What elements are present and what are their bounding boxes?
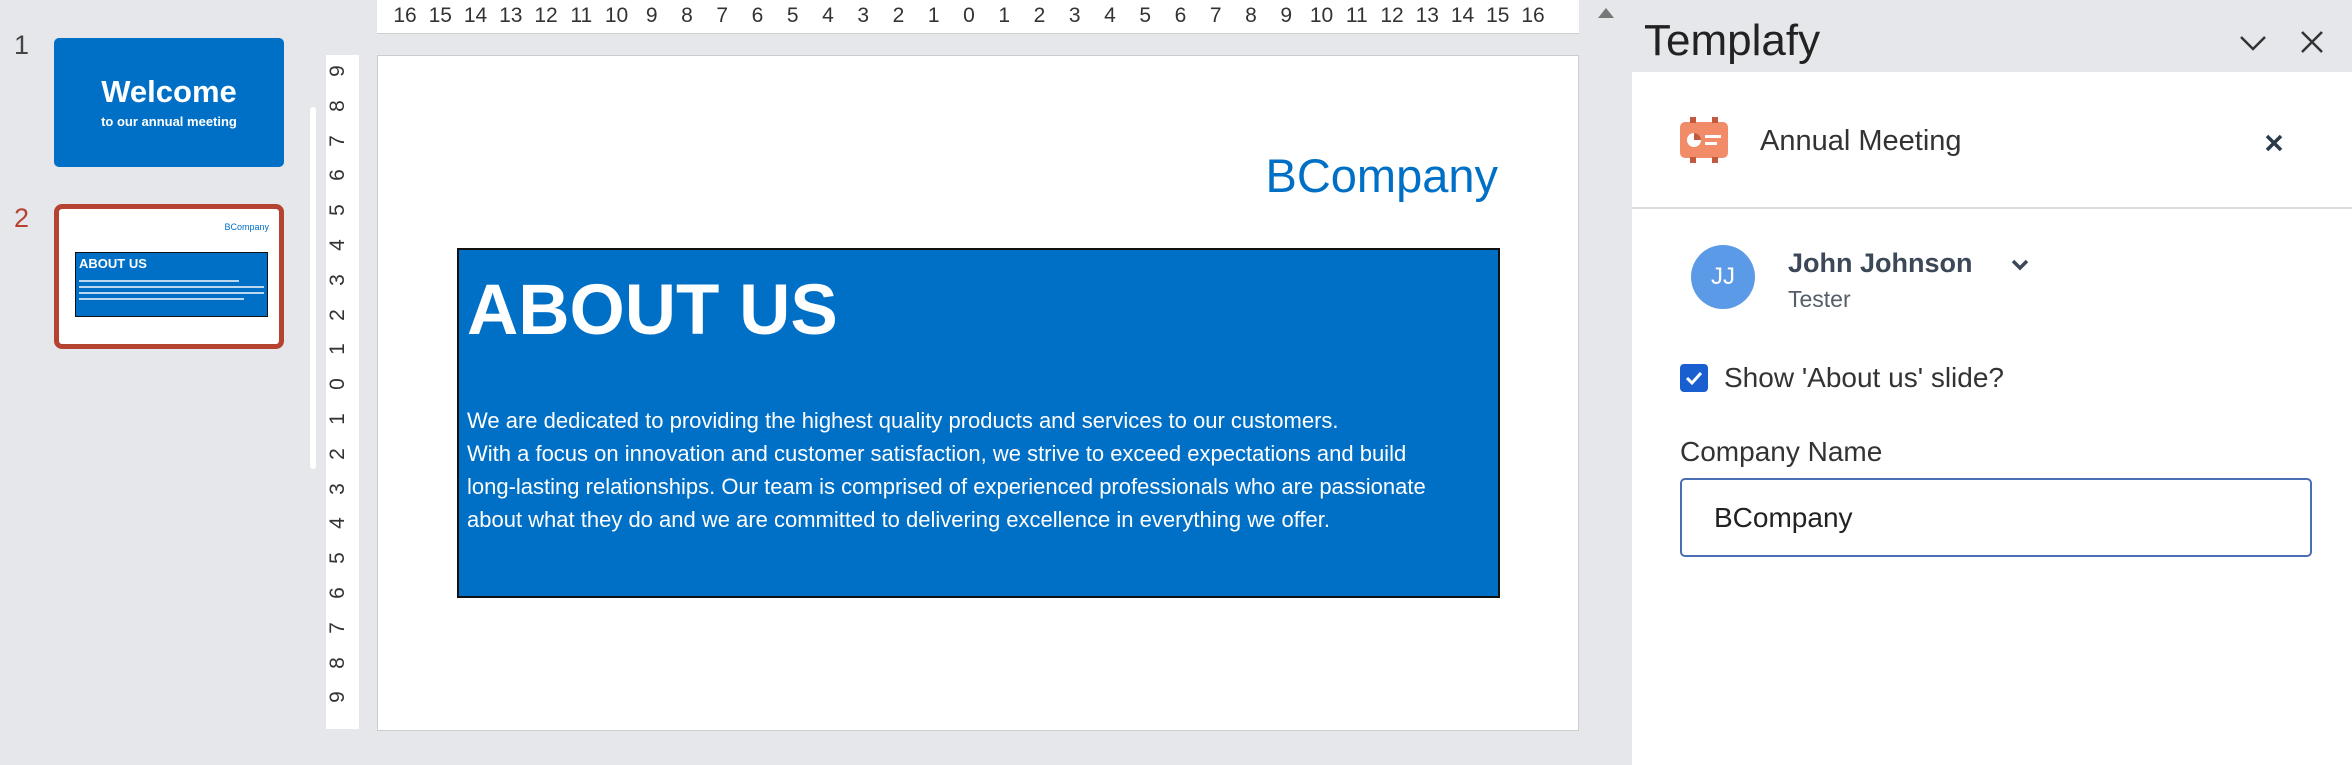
ruler-label: 5 bbox=[1139, 4, 1152, 27]
chevron-down-icon[interactable] bbox=[2235, 28, 2271, 58]
ruler-label: 4 bbox=[822, 4, 834, 27]
thumbnail-text-line bbox=[79, 292, 264, 294]
ruler-label: 4 bbox=[325, 517, 349, 530]
ruler-label: 6 bbox=[325, 587, 349, 599]
editor-scrollbar[interactable] bbox=[1588, 0, 1625, 765]
company-name-label: Company Name bbox=[1680, 436, 1883, 467]
ruler-label: 6 bbox=[325, 169, 349, 182]
ruler-label: 12 bbox=[534, 4, 558, 27]
slide-canvas[interactable]: BCompany ABOUT US We are dedicated to pr… bbox=[377, 55, 1579, 731]
thumbnail-text-line bbox=[79, 280, 239, 282]
ruler-label: 6 bbox=[1174, 4, 1187, 27]
ruler-label: 2 bbox=[1033, 4, 1046, 27]
ruler-label: 9 bbox=[1280, 4, 1293, 27]
thumbnail-subtitle: to our annual meeting bbox=[101, 114, 237, 129]
slide-thumbnail-1[interactable]: Welcome to our annual meeting bbox=[54, 38, 284, 167]
thumbnail-about-box: ABOUT US bbox=[75, 252, 268, 317]
slide-company-name[interactable]: BCompany bbox=[1266, 148, 1499, 203]
user-role: Tester bbox=[1788, 286, 1851, 312]
ruler-label: 14 bbox=[1450, 4, 1475, 27]
ruler-label: 2 bbox=[325, 308, 349, 321]
ruler-label: 15 bbox=[428, 4, 452, 27]
ruler-label: 1 bbox=[927, 4, 940, 27]
thumbnail-text-line bbox=[79, 286, 264, 288]
ruler-label: 9 bbox=[325, 65, 349, 77]
ruler-label: 3 bbox=[325, 273, 349, 286]
ruler-label: 14 bbox=[463, 4, 488, 27]
ruler-label: 8 bbox=[681, 4, 693, 27]
thumbnail-preview: BCompany ABOUT US bbox=[63, 213, 275, 340]
thumbnail-brand: BCompany bbox=[224, 222, 269, 232]
ruler-label: 3 bbox=[1068, 4, 1081, 27]
ruler-label: 3 bbox=[857, 4, 870, 27]
ruler-label: 13 bbox=[1415, 4, 1439, 27]
ruler-label: 13 bbox=[499, 4, 523, 27]
slide-thumbnail-2[interactable]: BCompany ABOUT US bbox=[54, 204, 284, 349]
ruler-label: 5 bbox=[325, 552, 349, 565]
avatar: JJ bbox=[1691, 245, 1755, 309]
ruler-label: 11 bbox=[570, 4, 593, 27]
about-us-heading: ABOUT US bbox=[467, 271, 838, 350]
ruler-label: 5 bbox=[325, 204, 349, 217]
ruler-label: 7 bbox=[1209, 4, 1222, 27]
ruler-label: 12 bbox=[1380, 4, 1404, 27]
ruler-label: 4 bbox=[1104, 4, 1116, 27]
ruler-label: 6 bbox=[751, 4, 764, 27]
ruler-label: 3 bbox=[325, 482, 349, 495]
thumbnail-heading: ABOUT US bbox=[79, 256, 147, 271]
ruler-label: 1 bbox=[325, 413, 349, 425]
vertical-ruler: 9 8 7 6 5 4 3 2 1 0 1 2 3 4 5 6 7 8 9 bbox=[326, 55, 359, 729]
template-name: Annual Meeting bbox=[1760, 125, 1962, 157]
thumbnail-title: Welcome bbox=[101, 74, 237, 109]
ruler-label: 15 bbox=[1486, 4, 1510, 27]
company-name-input[interactable] bbox=[1680, 478, 2312, 557]
ruler-label: 16 bbox=[1521, 4, 1545, 27]
body-line: We are dedicated to providing the highes… bbox=[467, 408, 1339, 433]
ruler-label: 2 bbox=[325, 447, 349, 460]
ruler-label: 8 bbox=[325, 656, 349, 669]
thumbnail-text-line bbox=[79, 298, 244, 300]
slide-thumbnail-pane: 1 Welcome to our annual meeting 2 BCompa… bbox=[0, 0, 318, 765]
ruler-label: 1 bbox=[325, 343, 349, 356]
ruler-label: 8 bbox=[1245, 4, 1257, 27]
body-line: long-lasting relationships. Our team is … bbox=[467, 474, 1426, 499]
ruler-label: 0 bbox=[325, 378, 349, 391]
ruler-label: 7 bbox=[325, 621, 349, 634]
templafy-pane: Annual Meeting JJ John Johnson Tester Sh… bbox=[1632, 72, 2352, 765]
close-pane-icon[interactable] bbox=[2296, 26, 2328, 58]
ruler-label: 9 bbox=[325, 691, 349, 704]
user-name[interactable]: John Johnson bbox=[1788, 248, 1973, 279]
ruler-label: 0 bbox=[963, 4, 975, 27]
close-template-icon[interactable] bbox=[2260, 129, 2288, 157]
ruler-label: 2 bbox=[892, 4, 905, 27]
thumbnail-scrollbar[interactable] bbox=[310, 107, 316, 469]
ruler-label: 9 bbox=[645, 4, 658, 27]
scroll-up-arrow-icon[interactable] bbox=[1598, 8, 1614, 18]
ruler-label: 5 bbox=[786, 4, 799, 27]
show-about-us-checkbox[interactable] bbox=[1680, 364, 1708, 392]
chevron-down-icon[interactable] bbox=[2007, 252, 2033, 278]
slide-number-2: 2 bbox=[14, 203, 30, 233]
horizontal-ruler: 16 15 14 13 12 11 10 9 8 7 6 5 4 3 2 1 0 1 2 3 4 5 6 7 8 9 10 11 12 1… bbox=[377, 0, 1579, 34]
body-line: With a focus on innovation and customer … bbox=[467, 441, 1407, 466]
ruler-label: 11 bbox=[1345, 4, 1368, 27]
pane-title: Templafy bbox=[1644, 16, 1821, 65]
ruler-label: 1 bbox=[998, 4, 1011, 27]
show-about-us-label[interactable]: Show 'About us' slide? bbox=[1724, 362, 2004, 394]
ruler-label: 4 bbox=[325, 239, 349, 251]
ruler-label: 7 bbox=[325, 134, 349, 147]
templafy-pane-header: Templafy bbox=[1632, 0, 2352, 72]
slide-number-1: 1 bbox=[14, 30, 30, 60]
ruler-label: 7 bbox=[716, 4, 729, 27]
about-us-body: We are dedicated to providing the highes… bbox=[467, 404, 1487, 536]
ruler-label: 16 bbox=[393, 4, 417, 27]
template-header: Annual Meeting bbox=[1632, 72, 2352, 209]
presentation-icon bbox=[1678, 116, 1730, 164]
ruler-label: 10 bbox=[604, 4, 629, 27]
about-us-box[interactable]: ABOUT US We are dedicated to providing t… bbox=[457, 248, 1500, 598]
ruler-label: 10 bbox=[1309, 4, 1334, 27]
body-line: about what they do and we are committed … bbox=[467, 507, 1330, 532]
ruler-label: 8 bbox=[325, 99, 349, 112]
